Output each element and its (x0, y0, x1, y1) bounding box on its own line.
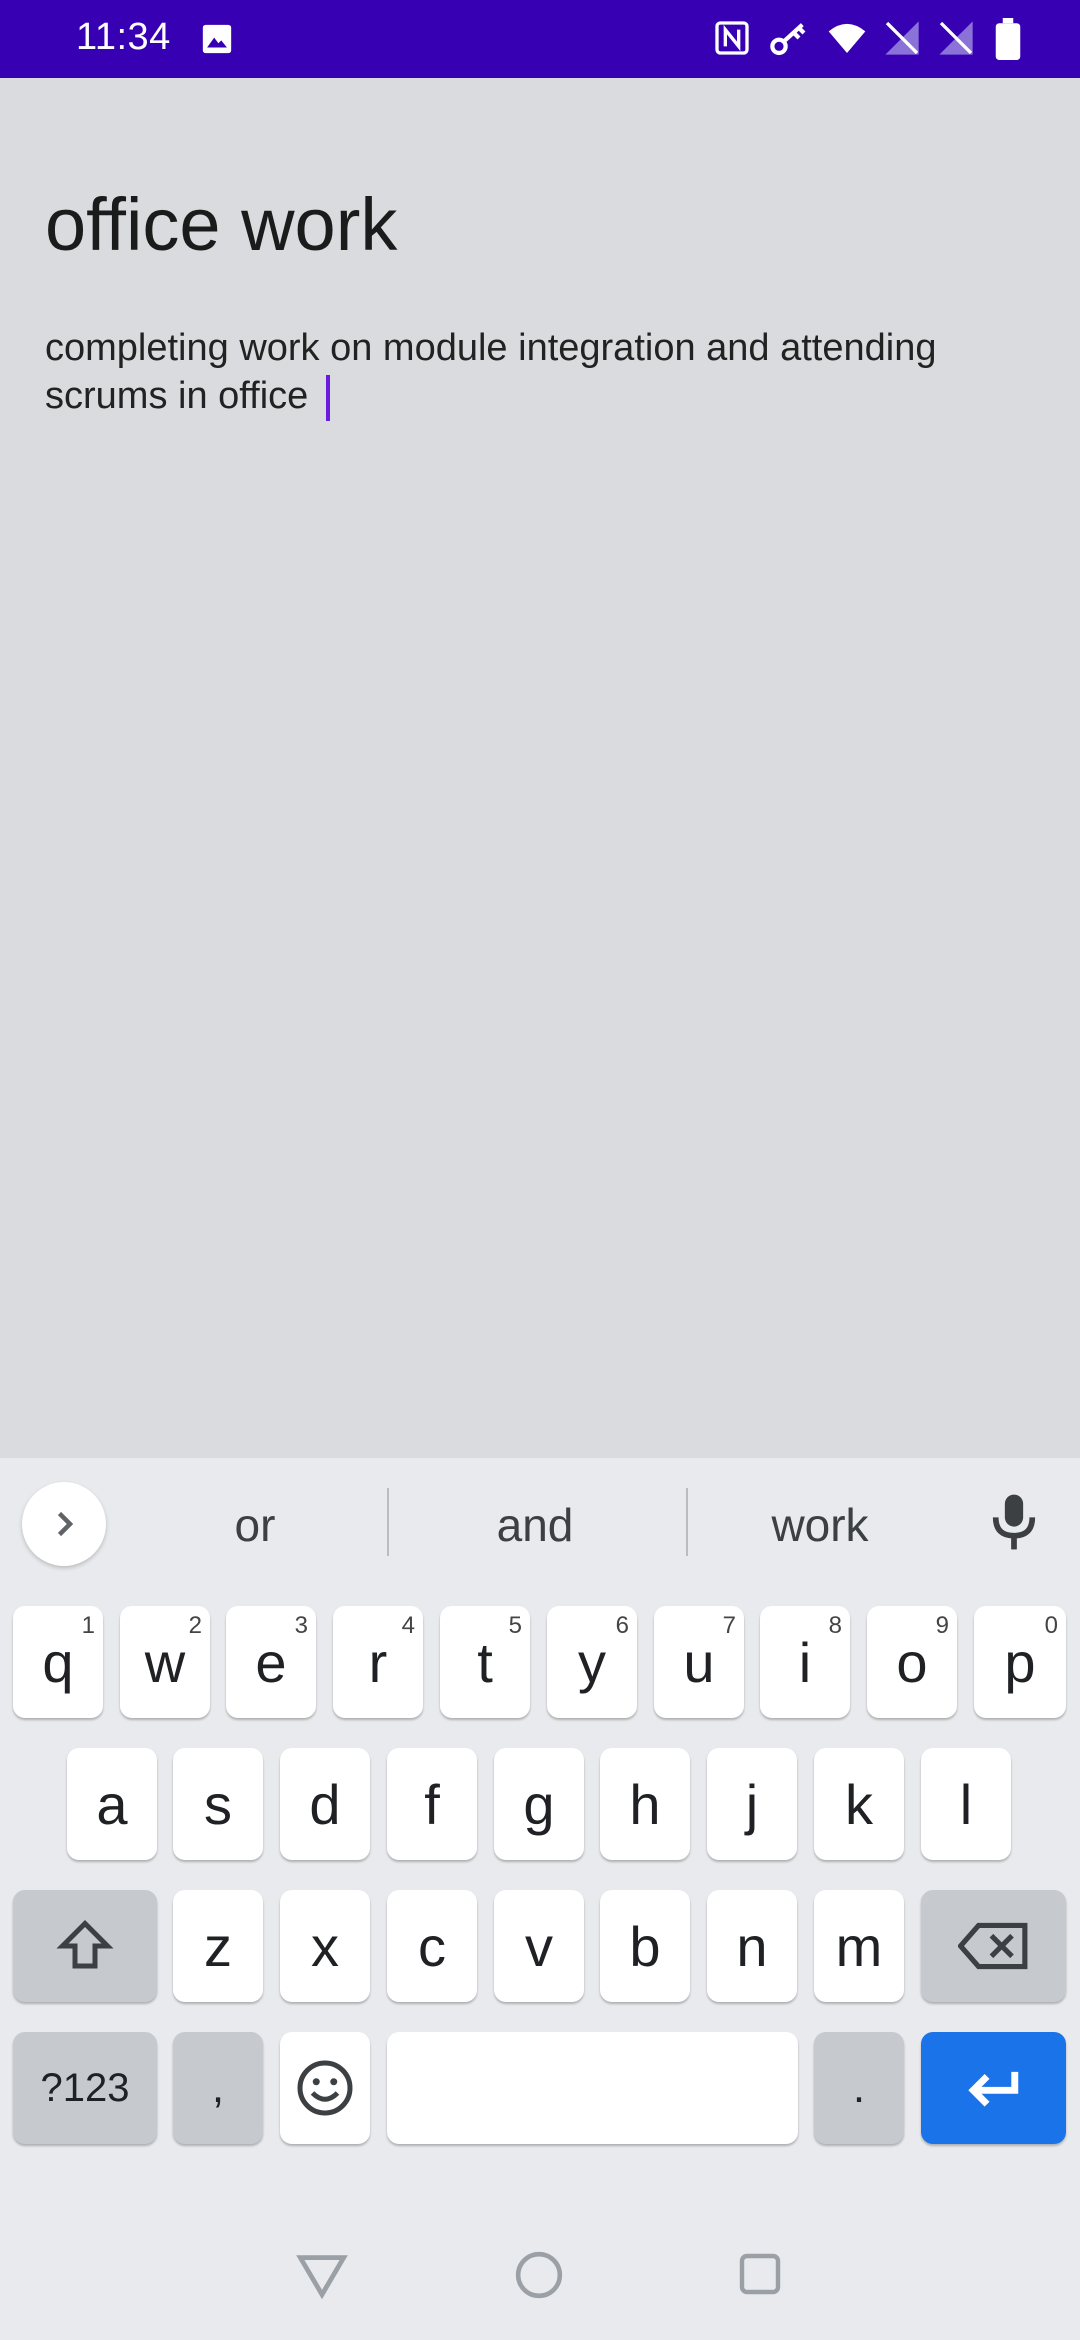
key-f[interactable]: f (387, 1748, 477, 1860)
key-a[interactable]: a (67, 1748, 157, 1860)
key-c[interactable]: c (387, 1890, 477, 2002)
vpn-key-icon (770, 23, 806, 56)
space-key[interactable] (387, 2032, 798, 2144)
backspace-key[interactable] (921, 1890, 1066, 2002)
suggestion-divider (686, 1488, 688, 1556)
enter-return-icon (967, 2071, 1018, 2107)
period-key[interactable]: . (814, 2032, 904, 2144)
note-body-text: completing work on module integration an… (45, 327, 937, 417)
chevron-right-icon (57, 1511, 74, 1537)
comma-key[interactable]: , (173, 2032, 263, 2144)
recents-square-icon[interactable] (736, 2250, 784, 2298)
image-icon (202, 24, 232, 54)
key-s[interactable]: s (173, 1748, 263, 1860)
note-title-input[interactable]: office work (45, 182, 397, 267)
key-g[interactable]: g (494, 1748, 584, 1860)
suggestion-2[interactable]: and (430, 1498, 640, 1552)
symbols-key[interactable]: ?123 (13, 2032, 157, 2144)
key-v[interactable]: v (494, 1890, 584, 2002)
key-z[interactable]: z (173, 1890, 263, 2002)
key-m[interactable]: m (814, 1890, 904, 2002)
key-r[interactable]: r4 (333, 1606, 423, 1718)
suggestion-divider (387, 1488, 389, 1556)
key-b[interactable]: b (600, 1890, 690, 2002)
suggestion-1[interactable]: or (150, 1498, 360, 1552)
key-w[interactable]: w2 (120, 1606, 210, 1718)
key-y[interactable]: y6 (547, 1606, 637, 1718)
key-n[interactable]: n (707, 1890, 797, 2002)
no-sim-icon (885, 21, 919, 55)
note-body-input[interactable]: completing work on module integration an… (45, 324, 1025, 421)
key-l[interactable]: l (921, 1748, 1011, 1860)
emoji-smiley-icon (297, 2060, 353, 2116)
enter-key[interactable] (921, 2032, 1066, 2144)
key-t[interactable]: t5 (440, 1606, 530, 1718)
emoji-key[interactable] (280, 2032, 370, 2144)
battery-icon (995, 18, 1021, 60)
toolbar-expand-button[interactable] (22, 1482, 106, 1566)
key-x[interactable]: x (280, 1890, 370, 2002)
suggestion-bar: or and work (0, 1458, 1080, 1586)
microphone-icon[interactable] (986, 1490, 1042, 1554)
key-j[interactable]: j (707, 1748, 797, 1860)
wifi-icon (828, 23, 866, 53)
key-u[interactable]: u7 (654, 1606, 744, 1718)
key-q[interactable]: q1 (13, 1606, 103, 1718)
key-i[interactable]: i8 (760, 1606, 850, 1718)
text-cursor (326, 374, 331, 421)
no-sim-icon (939, 21, 973, 55)
shift-arrow-icon (56, 1919, 114, 1969)
suggestion-3[interactable]: work (715, 1498, 925, 1552)
status-time: 11:34 (76, 16, 171, 58)
key-p[interactable]: p0 (974, 1606, 1066, 1718)
key-k[interactable]: k (814, 1748, 904, 1860)
key-e[interactable]: e3 (226, 1606, 316, 1718)
navigation-bar (0, 2200, 1080, 2340)
key-o[interactable]: o9 (867, 1606, 957, 1718)
shift-key[interactable] (13, 1890, 157, 2002)
key-d[interactable]: d (280, 1748, 370, 1860)
backspace-icon (957, 1922, 1027, 1970)
back-triangle-icon[interactable] (296, 2250, 348, 2300)
nfc-icon (715, 21, 749, 55)
status-bar: 11:34 (0, 0, 1080, 78)
home-circle-icon[interactable] (514, 2250, 564, 2300)
key-h[interactable]: h (600, 1748, 690, 1860)
